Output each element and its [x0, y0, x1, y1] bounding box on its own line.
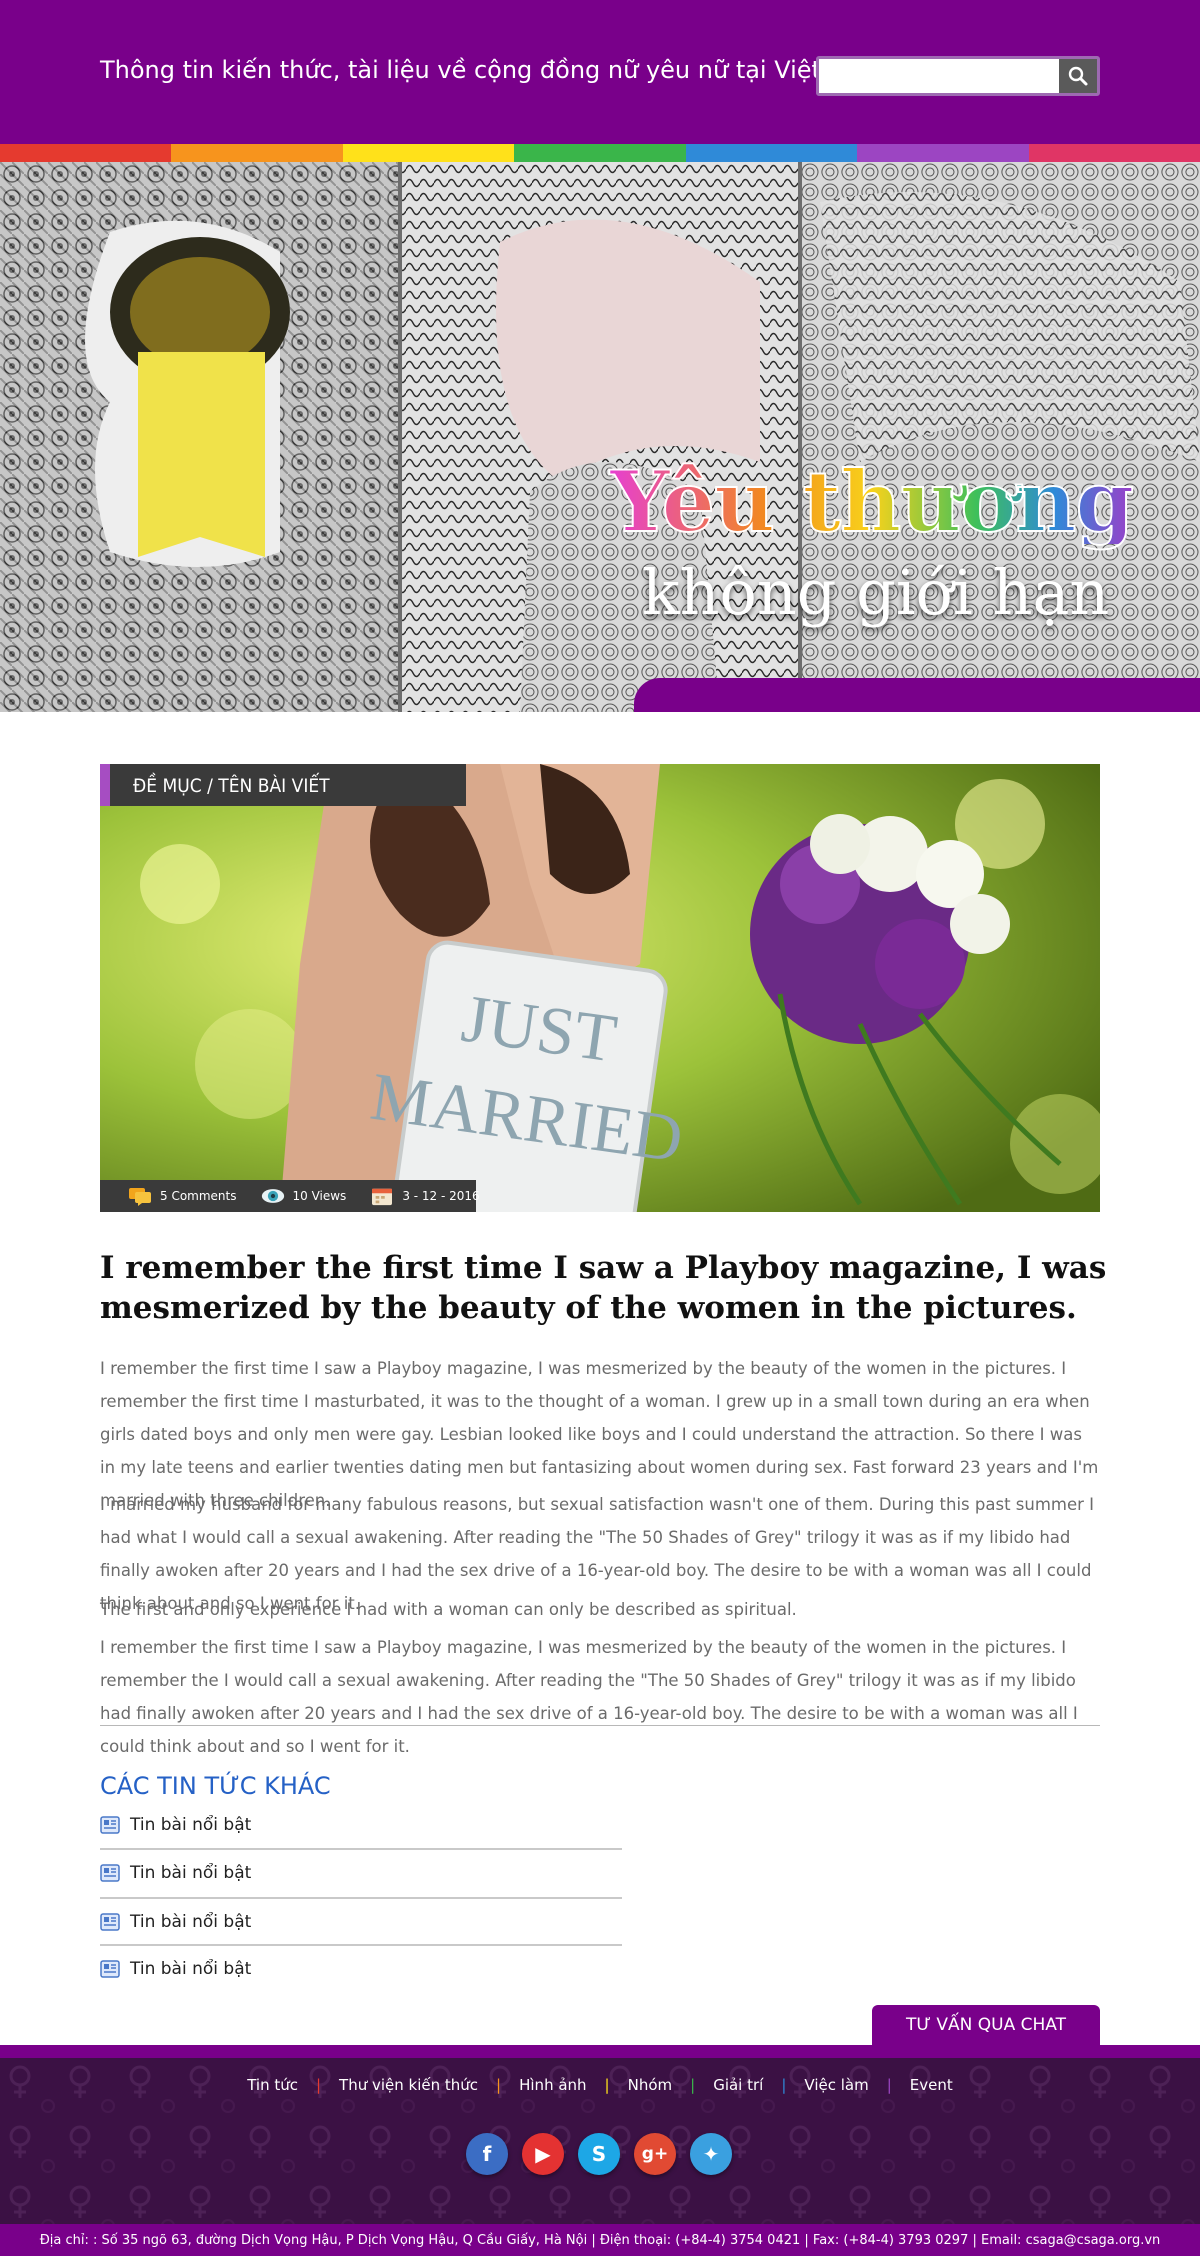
site-tagline: Thông tin kiến thức, tài liệu về cộng đồ… — [100, 56, 885, 84]
footer-nav-link[interactable]: Hình ảnh — [519, 2076, 586, 2094]
footer-nav-link[interactable]: Việc làm — [804, 2076, 868, 2094]
breadcrumb: ĐỀ MỤC / TÊN BÀI VIẾT — [100, 764, 466, 806]
search-icon — [1068, 66, 1088, 86]
news-list-item[interactable]: Tin bài nổi bật — [100, 1813, 622, 1837]
other-news-title: CÁC TIN TỨC KHÁC — [100, 1772, 331, 1800]
news-icon — [100, 1913, 120, 1931]
news-divider — [100, 1897, 622, 1899]
news-icon — [100, 1864, 120, 1882]
youtube-icon[interactable]: ▶ — [522, 2133, 564, 2175]
footer-address: Địa chỉ: : Số 35 ngõ 63, đường Dịch Vọng… — [0, 2224, 1200, 2256]
article-divider — [100, 1725, 1100, 1726]
news-icon — [100, 1960, 120, 1978]
footer-nav-separator: | — [690, 2076, 696, 2094]
site-header: Thông tin kiến thức, tài liệu về cộng đồ… — [0, 0, 1200, 144]
news-item-label: Tin bài nổi bật — [130, 1863, 252, 1883]
footer-nav-separator: | — [496, 2076, 502, 2094]
site-footer: Tin tức | Thư viện kiến thức | Hình ảnh | Nhóm… — [0, 2058, 1200, 2224]
comments-icon — [129, 1188, 151, 1206]
google-plus-icon[interactable]: g+ — [634, 2133, 676, 2175]
footer-nav-link[interactable]: Thư viện kiến thức — [339, 2076, 478, 2094]
news-item-label: Tin bài nổi bật — [130, 1912, 252, 1932]
search-box — [816, 56, 1100, 96]
news-list-item[interactable]: Tin bài nổi bật — [100, 1910, 622, 1934]
footer-top-bar — [0, 2045, 1200, 2058]
breadcrumb-accent — [100, 764, 110, 806]
twitter-icon[interactable]: ✦ — [690, 2133, 732, 2175]
news-item-label: Tin bài nổi bật — [130, 1815, 252, 1835]
footer-nav-separator: | — [315, 2076, 322, 2094]
news-icon — [100, 1816, 120, 1834]
wedding-photo: JUST MARRIED — [100, 764, 1100, 1212]
footer-nav-separator: | — [886, 2076, 892, 2094]
banner-title-line1: Yêu thương — [609, 452, 1135, 551]
eye-icon — [261, 1189, 284, 1203]
footer-nav-link[interactable]: Giải trí — [713, 2076, 763, 2094]
hero-banner: Yêu thương không giới hạn — [0, 162, 1200, 712]
rainbow-segment — [857, 144, 1029, 162]
news-list-item[interactable]: Tin bài nổi bật — [100, 1861, 622, 1885]
article-image: JUST MARRIED — [100, 764, 1100, 1212]
search-button[interactable] — [1059, 59, 1097, 93]
article-paragraph: The first and only experience I had with… — [100, 1600, 797, 1619]
footer-nav-separator: | — [604, 2076, 610, 2094]
skype-icon[interactable]: S — [578, 2133, 620, 2175]
banner-title-line2: không giới hạn — [642, 556, 1110, 629]
news-item-label: Tin bài nổi bật — [130, 1959, 252, 1979]
rainbow-segment — [514, 144, 686, 162]
banner-tab-decoration — [634, 678, 1200, 712]
news-list-item[interactable]: Tin bài nổi bật — [100, 1957, 622, 1981]
rainbow-segment — [171, 144, 343, 162]
footer-nav-link[interactable]: Nhóm — [628, 2076, 673, 2094]
article-headline: I remember the first time I saw a Playbo… — [100, 1250, 1107, 1326]
search-input[interactable] — [819, 59, 1063, 93]
views-count: 10 Views — [292, 1189, 347, 1203]
rainbow-stripe — [0, 144, 1200, 162]
rainbow-segment — [0, 144, 172, 162]
chat-consult-button[interactable]: TƯ VẤN QUA CHAT — [872, 2005, 1100, 2045]
rainbow-segment — [342, 144, 515, 162]
facebook-icon[interactable]: f — [466, 2133, 508, 2175]
article-meta-bar: 5 Comments 10 Views 3 - 12 - 2016 — [100, 1180, 480, 1212]
article-paragraph: I remember the first time I saw a Playbo… — [100, 1638, 1078, 1756]
footer-nav-link[interactable]: Event — [910, 2076, 953, 2094]
calendar-icon — [372, 1188, 393, 1206]
rainbow-segment — [1028, 144, 1200, 162]
meta-views: 10 Views — [261, 1186, 347, 1206]
footer-nav-link[interactable]: Tin tức — [247, 2076, 298, 2094]
news-divider — [100, 1848, 622, 1850]
banner-artwork — [0, 162, 1200, 712]
footer-nav: Tin tức | Thư viện kiến thức | Hình ảnh | Nhóm… — [0, 2076, 1200, 2094]
rainbow-segment — [685, 144, 858, 162]
post-date: 3 - 12 - 2016 — [402, 1189, 480, 1203]
footer-nav-separator: | — [781, 2076, 787, 2094]
comments-count: 5 Comments — [160, 1189, 237, 1203]
news-divider — [100, 1944, 622, 1946]
breadcrumb-text: ĐỀ MỤC / TÊN BÀI VIẾT — [133, 775, 330, 797]
meta-comments[interactable]: 5 Comments — [128, 1186, 237, 1206]
meta-date: 3 - 12 - 2016 — [370, 1186, 480, 1206]
